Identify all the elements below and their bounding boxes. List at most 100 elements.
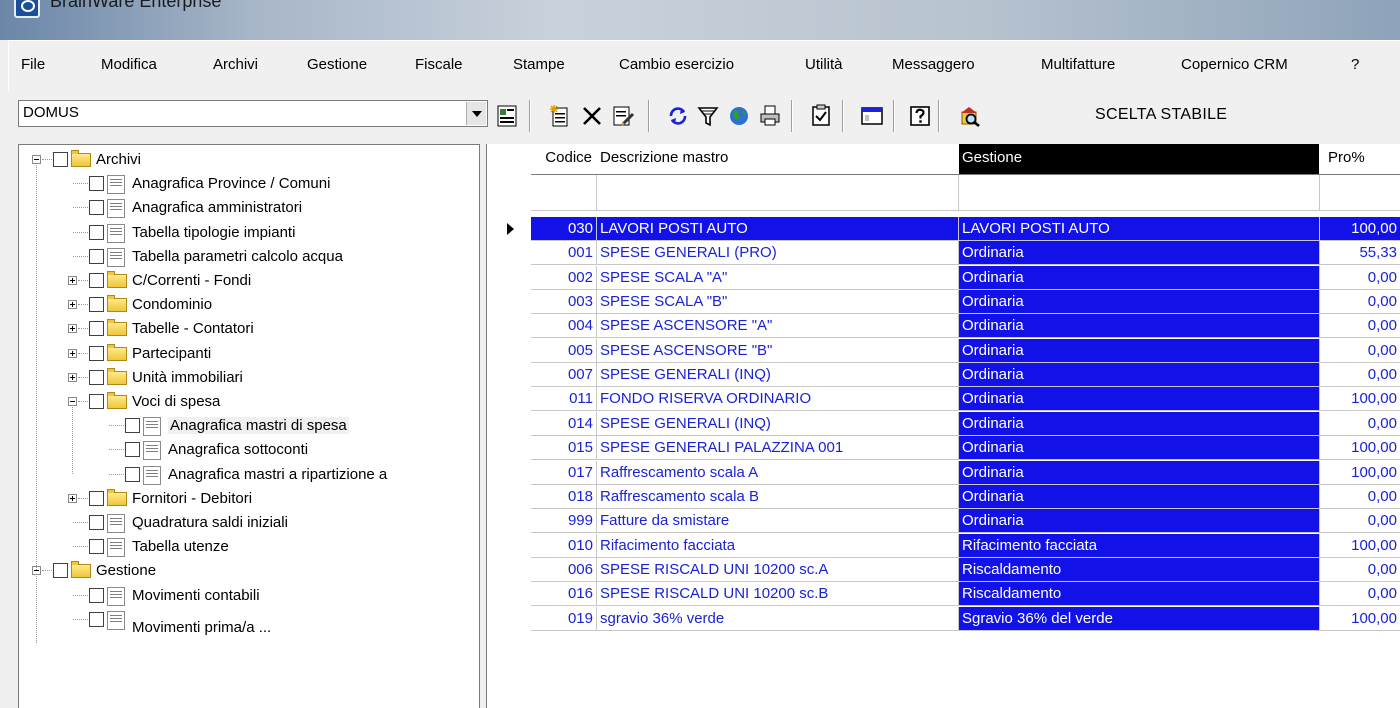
refresh-icon[interactable] [666,104,690,128]
cell-gestione[interactable]: Ordinaria [959,265,1320,290]
cell-pro[interactable]: 0,00 [1320,290,1400,315]
menu-multifatture[interactable]: Multifatture [1041,56,1115,73]
cell-descrizione[interactable]: SPESE ASCENSORE "A" [597,314,959,339]
expand-icon[interactable] [68,276,77,285]
cell-gestione[interactable]: Ordinaria [959,241,1320,266]
cell-pro[interactable]: 100,00 [1320,387,1400,412]
cell-codice[interactable]: 007 [531,363,597,388]
cell-descrizione[interactable]: FONDO RISERVA ORDINARIO [597,387,959,412]
tree-node[interactable]: Anagrafica mastri a ripartizione a [19,464,479,488]
cell-pro[interactable]: 100,00 [1320,436,1400,461]
column-header-descrizione[interactable]: Descrizione mastro [597,144,957,174]
checkbox[interactable] [89,321,104,337]
cell-codice[interactable]: 006 [531,557,597,582]
new-icon[interactable] [548,104,572,128]
tree-node[interactable]: Tabella parametri calcolo acqua [19,246,479,270]
row-indicator[interactable] [487,509,531,533]
row-indicator[interactable] [487,534,531,558]
row-indicator[interactable] [487,412,531,436]
cell-codice[interactable]: 017 [531,460,597,485]
collapse-icon[interactable] [68,397,77,406]
cell-pro[interactable]: 0,00 [1320,266,1400,290]
cell-gestione[interactable]: Ordinaria [959,387,1320,412]
checkbox[interactable] [53,152,68,167]
stabile-icon[interactable] [495,104,519,128]
cell-gestione[interactable]: Ordinaria [959,509,1320,534]
table-row[interactable]: 018 Raffrescamento scala B Ordinaria 0,00 [487,484,1400,509]
row-indicator[interactable] [487,558,531,582]
cell-descrizione[interactable]: SPESE RISCALD UNI 10200 sc.A [597,557,959,582]
table-row[interactable]: 016 SPESE RISCALD UNI 10200 sc.B Riscaldam… [487,582,1400,607]
row-indicator[interactable] [487,387,531,411]
checkbox[interactable] [89,200,104,216]
expand-icon[interactable] [68,493,77,503]
row-indicator[interactable] [487,314,531,338]
menu-copernico-crm[interactable]: Copernico CRM [1181,56,1288,73]
checkbox[interactable] [89,490,104,506]
cell-gestione[interactable]: Ordinaria [959,411,1320,436]
cell-gestione[interactable]: Ordinaria [959,314,1320,339]
table-row[interactable]: 004 SPESE ASCENSORE "A" Ordinaria 0,00 [487,314,1400,339]
cell-codice[interactable]: 999 [531,509,597,534]
search-building-icon[interactable] [958,104,982,128]
cell-pro[interactable]: 55,33 [1320,241,1400,266]
checkbox[interactable] [89,394,104,409]
cell-codice[interactable]: 016 [531,582,597,607]
cell-pro[interactable]: 0,00 [1320,509,1400,534]
tree-node[interactable]: Movimenti contabili [19,585,479,609]
checkbox[interactable] [89,539,104,555]
cell-codice[interactable]: 002 [531,265,597,290]
cell-codice[interactable]: 004 [531,314,597,339]
checkbox[interactable] [89,297,104,313]
table-row[interactable]: 999 Fatture da smistare Ordinaria 0,00 [487,509,1400,534]
cell-pro[interactable]: 0,00 [1320,314,1400,339]
row-indicator[interactable] [487,436,531,460]
cell-pro[interactable]: 0,00 [1320,339,1400,363]
check-icon[interactable] [809,104,833,128]
table-row[interactable]: 019 sgravio 36% verde Sgravio 36% del verd… [487,606,1400,631]
row-indicator[interactable] [487,339,531,363]
cell-codice[interactable]: 001 [531,241,597,266]
row-indicator[interactable] [487,607,531,631]
tree-node[interactable]: Voci di spesa [19,391,479,415]
tree-node[interactable]: Movimenti prima/a ... [19,609,479,636]
edit-icon[interactable] [611,104,635,128]
expand-icon[interactable] [68,348,77,358]
tree-node[interactable]: Condominio [19,294,479,318]
menu-modifica[interactable]: Modifica [101,56,157,73]
filter-icon[interactable] [696,104,720,128]
cell-descrizione[interactable]: Rifacimento facciata [597,533,959,558]
tree-node[interactable]: Anagrafica sottoconti [19,439,479,463]
column-header-gestione[interactable]: Gestione [959,144,1319,174]
row-indicator[interactable] [487,241,531,265]
row-indicator[interactable] [487,485,531,509]
checkbox[interactable] [125,418,140,434]
navigation-tree[interactable]: Archivi Anagrafica Province / Comuni Anagr… [18,144,480,708]
checkbox[interactable] [125,466,140,482]
cell-pro[interactable]: 0,00 [1320,582,1400,607]
menu-stampe[interactable]: Stampe [513,56,565,73]
cell-gestione[interactable]: Sgravio 36% del verde [959,606,1320,631]
cell-codice[interactable]: 019 [531,606,597,631]
scelta-stabile-button[interactable]: SCELTA STABILE [1095,106,1227,124]
cell-pro[interactable]: 0,00 [1320,363,1400,388]
checkbox[interactable] [89,587,104,603]
expand-icon[interactable] [68,372,77,382]
menu-messaggero[interactable]: Messaggero [892,56,975,73]
new-record-cell[interactable] [959,175,1320,211]
cell-descrizione[interactable]: SPESE GENERALI (INQ) [597,363,959,388]
checkbox[interactable] [89,273,104,288]
checkbox[interactable] [89,369,104,385]
cell-pro[interactable]: 100,00 [1320,461,1400,485]
cell-descrizione[interactable]: Fatture da smistare [597,509,959,534]
menu-utilita[interactable]: Utilità [805,56,843,73]
tree-node[interactable]: Gestione [19,560,479,584]
table-row[interactable]: 011 FONDO RISERVA ORDINARIO Ordinaria 100,0… [487,387,1400,412]
cell-descrizione[interactable]: SPESE GENERALI (INQ) [597,411,959,436]
cell-codice[interactable]: 030 [531,217,597,241]
cell-descrizione[interactable]: SPESE SCALA "B" [597,290,959,315]
cell-codice[interactable]: 018 [531,484,597,509]
cell-gestione[interactable]: LAVORI POSTI AUTO [959,217,1320,241]
checkbox[interactable] [89,176,104,192]
table-row[interactable]: 015 SPESE GENERALI PALAZZINA 001 Ordinaria… [487,436,1400,461]
